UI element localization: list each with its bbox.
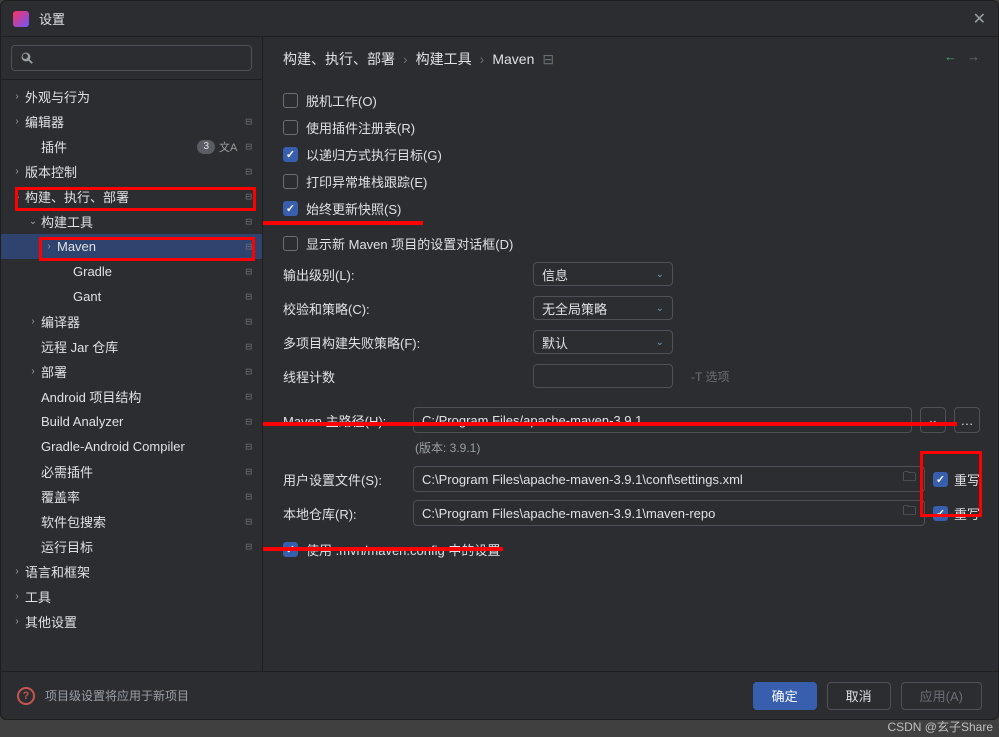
version-text: (版本: 3.9.1) bbox=[415, 439, 980, 456]
sidebar-item-run-target[interactable]: 运行目标⊟ bbox=[1, 534, 262, 559]
sidebar-item-gradle-android[interactable]: Gradle-Android Compiler⊟ bbox=[1, 434, 262, 459]
dropdown-maven-home[interactable]: ⌄ bbox=[920, 407, 946, 433]
label-local-repo: 本地仓库(R): bbox=[283, 504, 405, 523]
label-user-settings: 用户设置文件(S): bbox=[283, 470, 405, 489]
label-always-update: 始终更新快照(S) bbox=[306, 199, 401, 218]
sidebar-item-lang-frame[interactable]: ›语言和框架 bbox=[1, 559, 262, 584]
window-title: 设置 bbox=[39, 9, 973, 28]
nav-arrows: ← → bbox=[944, 49, 980, 64]
checkbox-override-repo[interactable] bbox=[933, 506, 948, 521]
label-mvn-config: 使用 .mvn/maven.config 中的设置 bbox=[306, 540, 500, 559]
search-box[interactable] bbox=[11, 45, 252, 71]
sidebar-item-other[interactable]: ›其他设置 bbox=[1, 609, 262, 634]
titlebar: 设置 ✕ bbox=[1, 1, 998, 37]
footer-text: 项目级设置将应用于新项目 bbox=[45, 687, 743, 704]
crumb-b[interactable]: 构建工具 bbox=[416, 49, 472, 69]
label-checksum: 校验和策略(C): bbox=[283, 299, 523, 318]
sidebar-item-plugins[interactable]: 插件3文A⊟ bbox=[1, 134, 262, 159]
input-thread-count[interactable] bbox=[533, 364, 673, 388]
browse-maven-home[interactable]: … bbox=[954, 407, 980, 433]
search-wrap bbox=[1, 37, 262, 80]
sidebar-item-gant[interactable]: Gant⊟ bbox=[1, 284, 262, 309]
sidebar-item-appearance[interactable]: ›外观与行为 bbox=[1, 84, 262, 109]
app-icon bbox=[13, 11, 29, 27]
search-input[interactable] bbox=[40, 51, 243, 66]
checkbox-plugin-registry[interactable] bbox=[283, 120, 298, 135]
cancel-button[interactable]: 取消 bbox=[827, 682, 891, 710]
folder-icon[interactable]: 🗀 bbox=[903, 468, 916, 490]
sidebar-item-compiler[interactable]: ›编译器⊟ bbox=[1, 309, 262, 334]
label-thread-count: 线程计数 bbox=[283, 367, 523, 386]
label-maven-home: Maven 主路径(H): bbox=[283, 411, 405, 430]
sidebar-item-maven[interactable]: ›Maven⊟ bbox=[1, 234, 262, 259]
breadcrumb: 构建、执行、部署› 构建工具› Maven ⊟ bbox=[283, 49, 980, 69]
crumb-a[interactable]: 构建、执行、部署 bbox=[283, 49, 395, 69]
label-offline: 脱机工作(O) bbox=[306, 91, 377, 110]
sidebar-item-vcs[interactable]: ›版本控制⊟ bbox=[1, 159, 262, 184]
close-icon[interactable]: ✕ bbox=[973, 9, 986, 29]
sidebar: ›外观与行为 ›编辑器⊟ 插件3文A⊟ ›版本控制⊟ ⌄构建、执行、部署⊟ ⌄构… bbox=[1, 37, 263, 671]
back-icon[interactable]: ← bbox=[944, 49, 957, 64]
label-recursive: 以递归方式执行目标(G) bbox=[306, 145, 442, 164]
translate-icon: 文A bbox=[219, 139, 237, 155]
select-output-level[interactable]: 信息⌄ bbox=[533, 262, 673, 286]
sidebar-item-build-tools[interactable]: ⌄构建工具⊟ bbox=[1, 209, 262, 234]
checkbox-show-dialog[interactable] bbox=[283, 236, 298, 251]
label-output-level: 输出级别(L): bbox=[283, 265, 523, 284]
sidebar-item-req-plugins[interactable]: 必需插件⊟ bbox=[1, 459, 262, 484]
settings-window: 设置 ✕ ›外观与行为 ›编辑器⊟ 插件3文A⊟ ›版本控制⊟ ⌄构建、执行、部… bbox=[0, 0, 999, 720]
label-override-user: 重写 bbox=[954, 470, 980, 489]
select-multi-fail[interactable]: 默认⌄ bbox=[533, 330, 673, 354]
sidebar-item-pkg-search[interactable]: 软件包搜索⊟ bbox=[1, 509, 262, 534]
folder-icon[interactable]: 🗀 bbox=[903, 502, 916, 524]
checkbox-mvn-config[interactable] bbox=[283, 542, 298, 557]
settings-tree[interactable]: ›外观与行为 ›编辑器⊟ 插件3文A⊟ ›版本控制⊟ ⌄构建、执行、部署⊟ ⌄构… bbox=[1, 80, 262, 671]
input-user-settings[interactable]: C:\Program Files\apache-maven-3.9.1\conf… bbox=[413, 466, 925, 492]
label-show-dialog: 显示新 Maven 项目的设置对话框(D) bbox=[306, 234, 513, 253]
sidebar-item-build-analyzer[interactable]: Build Analyzer⊟ bbox=[1, 409, 262, 434]
search-icon bbox=[20, 51, 34, 65]
checkbox-recursive[interactable] bbox=[283, 147, 298, 162]
label-override-repo: 重写 bbox=[954, 504, 980, 523]
ok-button[interactable]: 确定 bbox=[753, 682, 817, 710]
hint-t-option: -T 选项 bbox=[691, 368, 729, 385]
sidebar-item-editor[interactable]: ›编辑器⊟ bbox=[1, 109, 262, 134]
footer: ? 项目级设置将应用于新项目 确定 取消 应用(A) bbox=[1, 671, 998, 719]
sidebar-item-coverage[interactable]: 覆盖率⊟ bbox=[1, 484, 262, 509]
select-checksum[interactable]: 无全局策略⌄ bbox=[533, 296, 673, 320]
sidebar-item-android-struct[interactable]: Android 项目结构⊟ bbox=[1, 384, 262, 409]
forward-icon[interactable]: → bbox=[967, 49, 980, 64]
content-panel: ← → 构建、执行、部署› 构建工具› Maven ⊟ 脱机工作(O) 使用插件… bbox=[263, 37, 998, 671]
checkbox-print-stack[interactable] bbox=[283, 174, 298, 189]
sidebar-item-deploy[interactable]: ›部署⊟ bbox=[1, 359, 262, 384]
label-plugin-registry: 使用插件注册表(R) bbox=[306, 118, 415, 137]
label-print-stack: 打印异常堆栈跟踪(E) bbox=[306, 172, 427, 191]
label-multi-fail: 多项目构建失败策略(F): bbox=[283, 333, 523, 352]
sidebar-item-build[interactable]: ⌄构建、执行、部署⊟ bbox=[1, 184, 262, 209]
crumb-c: Maven bbox=[492, 51, 534, 67]
checkbox-always-update[interactable] bbox=[283, 201, 298, 216]
input-maven-home[interactable]: C:/Program Files/apache-maven-3.9.1 bbox=[413, 407, 912, 433]
body: ›外观与行为 ›编辑器⊟ 插件3文A⊟ ›版本控制⊟ ⌄构建、执行、部署⊟ ⌄构… bbox=[1, 37, 998, 671]
input-local-repo[interactable]: C:\Program Files\apache-maven-3.9.1\mave… bbox=[413, 500, 925, 526]
checkbox-offline[interactable] bbox=[283, 93, 298, 108]
sidebar-item-remote-jar[interactable]: 远程 Jar 仓库⊟ bbox=[1, 334, 262, 359]
apply-button[interactable]: 应用(A) bbox=[901, 682, 982, 710]
sidebar-item-tools[interactable]: ›工具 bbox=[1, 584, 262, 609]
watermark: CSDN @玄子Share bbox=[887, 718, 993, 735]
sidebar-item-gradle[interactable]: Gradle⊟ bbox=[1, 259, 262, 284]
info-icon[interactable]: ? bbox=[17, 687, 35, 705]
checkbox-override-user[interactable] bbox=[933, 472, 948, 487]
